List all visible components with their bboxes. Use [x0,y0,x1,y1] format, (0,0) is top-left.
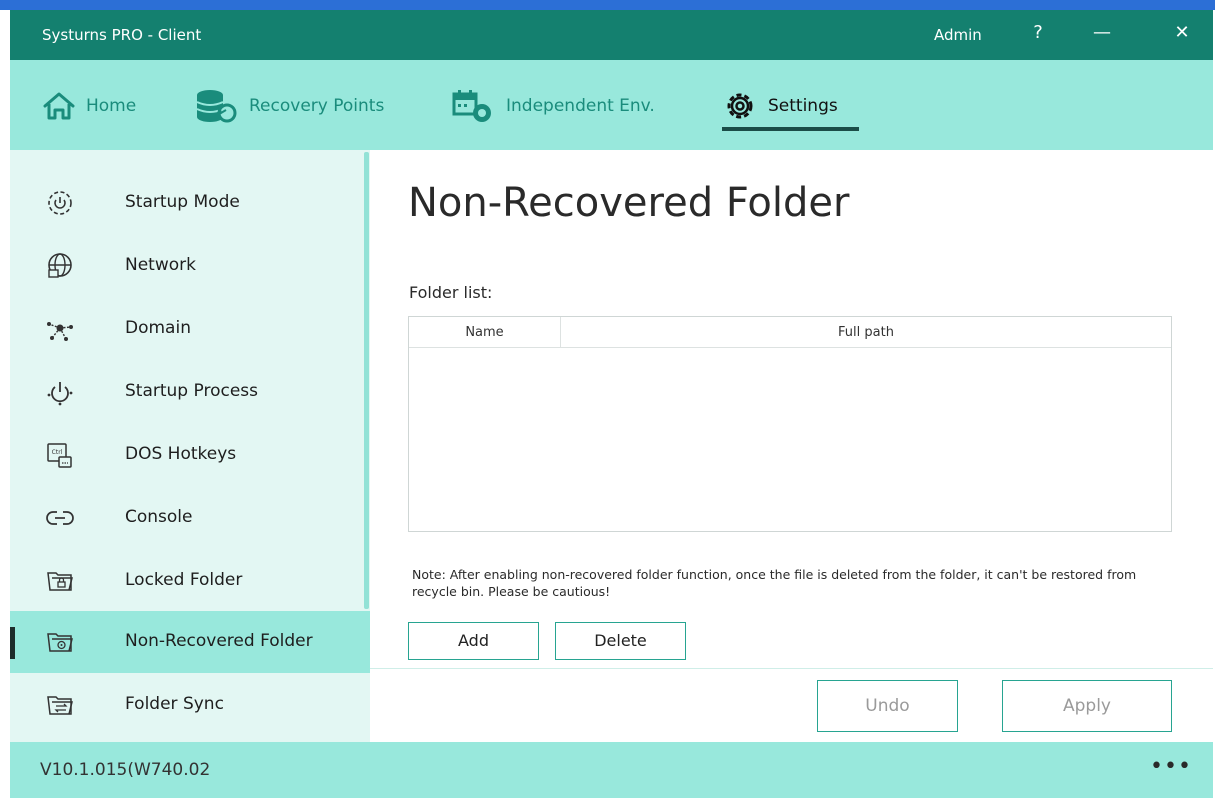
help-button[interactable]: ? [1026,22,1050,43]
sidebar-item-label: Startup Mode [125,192,240,212]
column-header-name[interactable]: Name [409,317,561,348]
tab-recovery-points[interactable]: Recovery Points [195,86,384,126]
sidebar-item-label: Network [125,255,196,275]
column-header-full-path[interactable]: Full path [561,317,1171,348]
active-tab-indicator [722,127,859,131]
minimize-button[interactable]: — [1090,22,1114,43]
delete-button[interactable]: Delete [555,622,686,660]
gear-icon [727,93,753,119]
divider [370,668,1213,669]
tab-settings-label: Settings [768,96,838,116]
sidebar-item-startup-process[interactable]: Startup Process [10,361,370,423]
undo-button[interactable]: Undo [817,680,958,732]
startup-gear-icon [48,191,72,215]
folder-sync-icon [47,696,73,715]
table-header: Name Full path [409,317,1171,348]
app-title: Systurns PRO - Client [42,26,202,44]
keyboard-ctrl-icon: Ctrl [47,443,72,468]
tab-settings[interactable]: Settings [722,86,838,126]
sidebar-item-network[interactable]: Network [10,235,370,297]
active-item-indicator [10,627,15,659]
power-icon [47,382,73,406]
tab-independent-env-label: Independent Env. [506,96,655,116]
tab-recovery-points-label: Recovery Points [249,96,385,116]
tab-home-label: Home [86,96,137,116]
sidebar-item-label: Folder Sync [125,694,224,714]
more-options-button[interactable]: ••• [1150,754,1192,779]
lock-folder-icon [47,572,73,591]
sidebar-item-label: DOS Hotkeys [125,444,237,464]
page-title: Non-Recovered Folder [408,180,850,226]
sidebar-item-folder-sync[interactable]: Folder Sync [10,674,370,736]
sidebar-item-non-recovered-folder[interactable]: Non-Recovered Folder [10,611,370,673]
domain-network-icon [47,322,73,341]
folder-table[interactable]: Name Full path [408,316,1172,532]
sidebar-item-label: Console [125,507,193,527]
folder-list-label: Folder list: [409,283,493,302]
caution-note: Note: After enabling non-recovered folde… [412,567,1137,599]
calendar-env-icon [452,90,491,122]
settings-content: Non-Recovered Folder Folder list: Name F… [370,150,1213,742]
close-button[interactable]: ✕ [1170,22,1194,43]
version-label: V10.1.015(W740.02 [40,760,211,780]
add-button[interactable]: Add [408,622,539,660]
title-bar: Systurns PRO - Client Admin ? — ✕ [10,10,1213,60]
sidebar-item-startup-mode[interactable]: Startup Mode [10,172,370,234]
non-recovered-folder-icon [47,633,73,652]
sidebar-item-console[interactable]: Console [10,487,370,549]
sidebar-item-domain[interactable]: Domain [10,298,370,360]
sidebar-item-dos-hotkeys[interactable]: Ctrl DOS Hotkeys [10,424,370,486]
console-link-icon [46,511,74,525]
globe-icon [48,253,72,278]
apply-button[interactable]: Apply [1002,680,1172,732]
taskbar-strip [0,0,1215,10]
status-bar: V10.1.015(W740.02 ••• [10,742,1213,798]
sidebar-item-label: Domain [125,318,191,338]
app-window: Systurns PRO - Client Admin ? — ✕ Home R… [10,10,1213,798]
main-nav: Home Recovery Points Independent Env. Se… [10,60,1213,150]
sidebar-item-label: Locked Folder [125,570,243,590]
tab-home[interactable]: Home [42,86,136,126]
home-icon [43,92,75,120]
sidebar-scrollbar[interactable] [364,152,369,609]
admin-user-link[interactable]: Admin [934,26,982,44]
sidebar-item-label: Startup Process [125,381,258,401]
svg-text:Ctrl: Ctrl [52,449,63,456]
settings-sidebar: Startup Mode Network Domain Startup Proc… [10,150,370,742]
database-restore-icon [196,90,237,123]
sidebar-item-label: Non-Recovered Folder [125,631,313,651]
sidebar-item-locked-folder[interactable]: Locked Folder [10,550,370,612]
tab-independent-env[interactable]: Independent Env. [452,86,655,126]
